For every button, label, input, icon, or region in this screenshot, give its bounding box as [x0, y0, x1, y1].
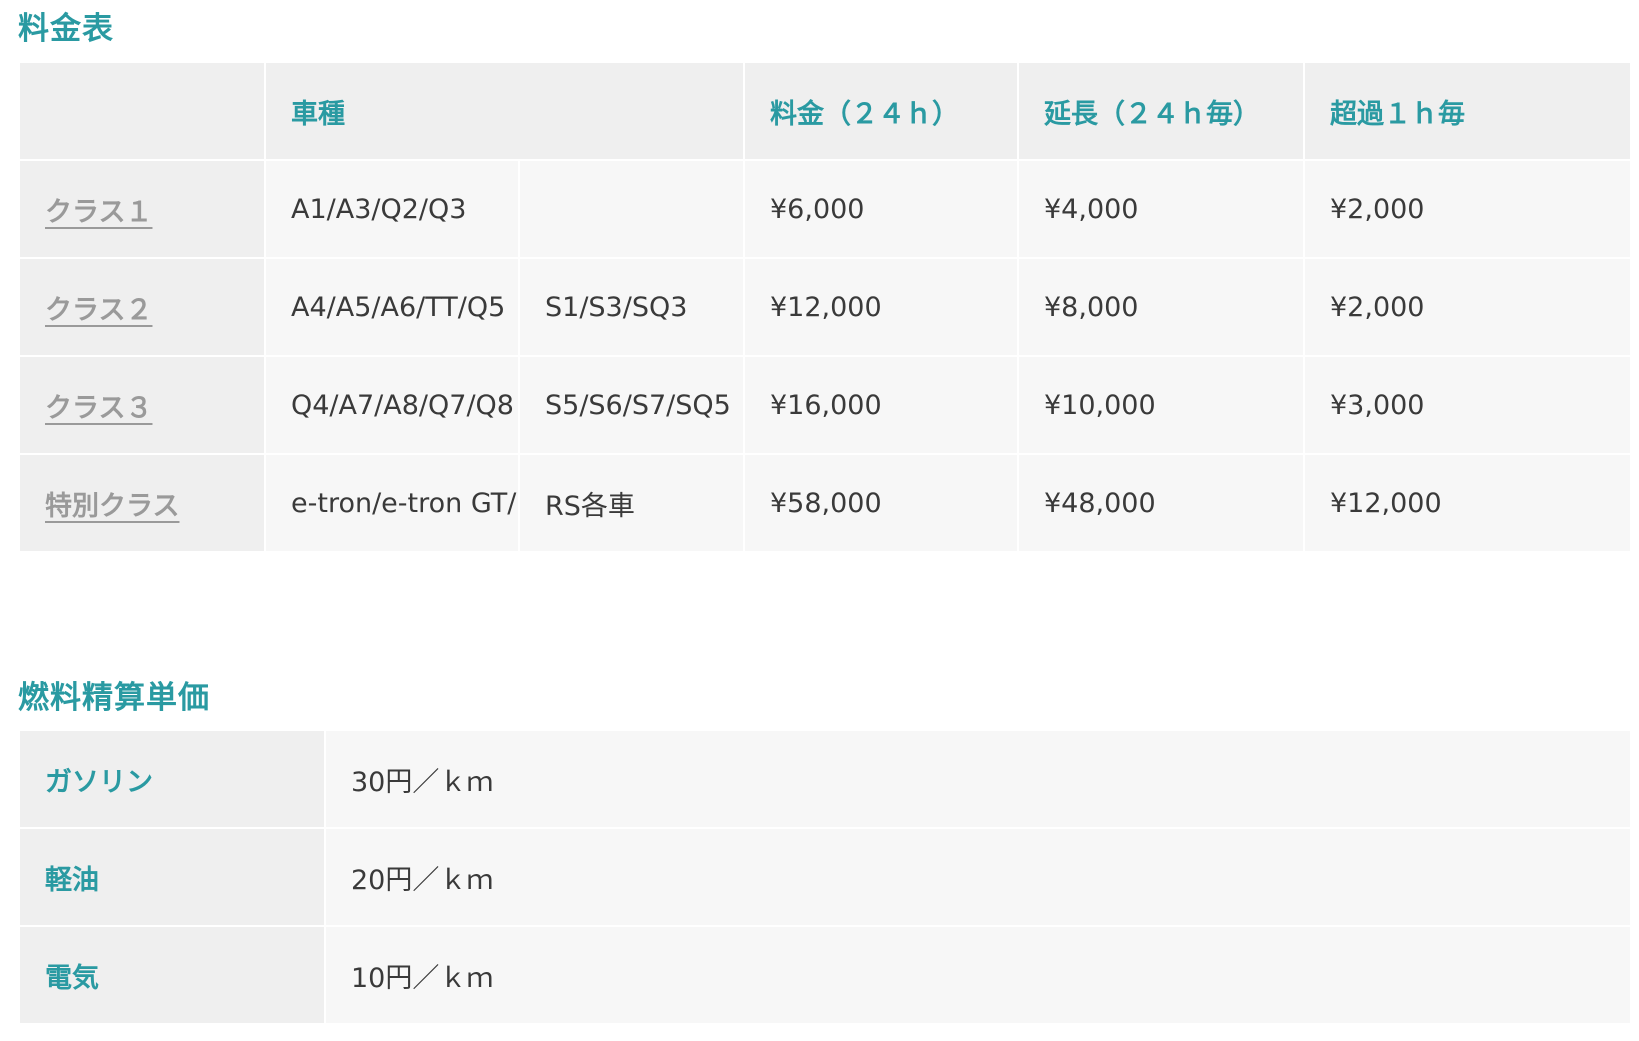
- class-link-2[interactable]: クラス２: [45, 295, 152, 326]
- class-cell: クラス２: [18, 257, 266, 357]
- fuel-table-title: 燃料精算単価: [18, 680, 210, 716]
- fuel-type-cell: 軽油: [18, 827, 326, 927]
- table-row: クラス３ Q4/A7/A8/Q7/Q8 S5/S6/S7/SQ5 ¥16,000…: [18, 355, 1632, 455]
- fuel-type-cell: ガソリン: [18, 729, 326, 829]
- overtime-cell: ¥2,000: [1303, 159, 1632, 259]
- fee-header: 料金（２４ｈ）: [743, 61, 1019, 161]
- fuel-type-cell: 電気: [18, 925, 326, 1025]
- class-link-3[interactable]: クラス３: [45, 393, 152, 424]
- overtime-header: 超過１ｈ毎: [1303, 61, 1632, 161]
- fee-cell: ¥6,000: [743, 159, 1019, 259]
- overtime-cell: ¥12,000: [1303, 453, 1632, 553]
- models-a-cell: e-tron/e-tron GT/: [264, 453, 520, 553]
- fuel-table: ガソリン 30円／ｋｍ 軽油 20円／ｋｍ 電気 10円／ｋｍ: [18, 729, 1632, 1025]
- rate-table-header-row: 車種 料金（２４ｈ） 延長（２４ｈ毎） 超過１ｈ毎: [18, 61, 1632, 161]
- fuel-price-cell: 30円／ｋｍ: [324, 729, 1632, 829]
- models-b-cell: [518, 159, 745, 259]
- extension-cell: ¥8,000: [1017, 257, 1305, 357]
- models-a-cell: Q4/A7/A8/Q7/Q8: [264, 355, 520, 455]
- class-cell: クラス１: [18, 159, 266, 259]
- class-link-special[interactable]: 特別クラス: [45, 491, 179, 522]
- overtime-cell: ¥2,000: [1303, 257, 1632, 357]
- extension-cell: ¥48,000: [1017, 453, 1305, 553]
- table-row: 電気 10円／ｋｍ: [18, 925, 1632, 1025]
- table-row: 軽油 20円／ｋｍ: [18, 827, 1632, 927]
- class-cell: クラス３: [18, 355, 266, 455]
- rate-table-title: 料金表: [18, 11, 114, 47]
- class-link-1[interactable]: クラス１: [45, 197, 152, 228]
- table-row: ガソリン 30円／ｋｍ: [18, 729, 1632, 829]
- fuel-price-cell: 10円／ｋｍ: [324, 925, 1632, 1025]
- models-a-cell: A4/A5/A6/TT/Q5: [264, 257, 520, 357]
- fee-cell: ¥12,000: [743, 257, 1019, 357]
- rate-table: 車種 料金（２４ｈ） 延長（２４ｈ毎） 超過１ｈ毎 クラス１ A1/A3/Q2/…: [18, 61, 1632, 553]
- models-b-cell: RS各車: [518, 453, 745, 553]
- fuel-price-cell: 20円／ｋｍ: [324, 827, 1632, 927]
- car-type-header: 車種: [264, 61, 745, 161]
- table-row: クラス２ A4/A5/A6/TT/Q5 S1/S3/SQ3 ¥12,000 ¥8…: [18, 257, 1632, 357]
- models-b-cell: S1/S3/SQ3: [518, 257, 745, 357]
- extension-cell: ¥4,000: [1017, 159, 1305, 259]
- extension-header: 延長（２４ｈ毎）: [1017, 61, 1305, 161]
- models-a-cell: A1/A3/Q2/Q3: [264, 159, 520, 259]
- table-row: 特別クラス e-tron/e-tron GT/ RS各車 ¥58,000 ¥48…: [18, 453, 1632, 553]
- table-row: クラス１ A1/A3/Q2/Q3 ¥6,000 ¥4,000 ¥2,000: [18, 159, 1632, 259]
- fee-cell: ¥16,000: [743, 355, 1019, 455]
- overtime-cell: ¥3,000: [1303, 355, 1632, 455]
- extension-cell: ¥10,000: [1017, 355, 1305, 455]
- class-cell: 特別クラス: [18, 453, 266, 553]
- fee-cell: ¥58,000: [743, 453, 1019, 553]
- models-b-cell: S5/S6/S7/SQ5: [518, 355, 745, 455]
- corner-header: [18, 61, 266, 161]
